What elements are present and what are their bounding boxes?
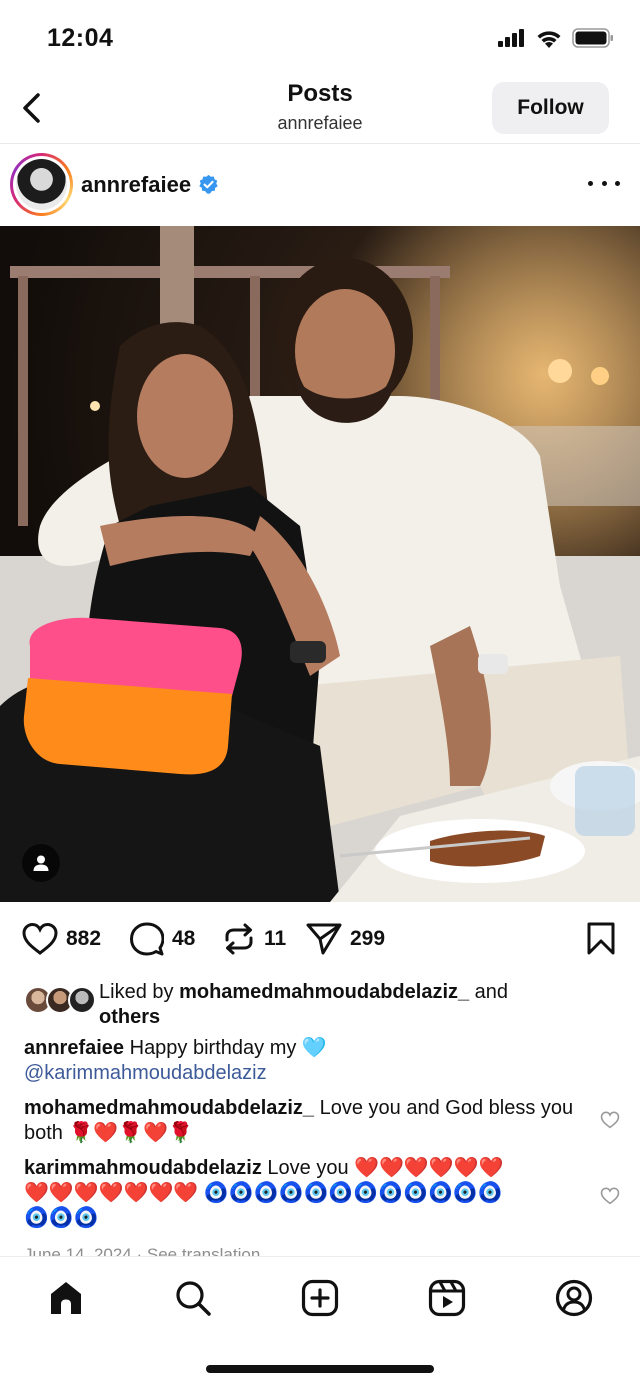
- status-bar: 12:04: [0, 0, 640, 70]
- status-icons: [498, 28, 614, 48]
- comment-item: karimmahmoudabdelaziz Love you ❤️❤️❤️❤️❤…: [24, 1156, 524, 1231]
- post-caption: annrefaiee Happy birthday my 🩵 @karimmah…: [24, 1036, 584, 1086]
- comment-username[interactable]: karimmahmoudabdelaziz: [24, 1157, 262, 1179]
- repost-count: 11: [264, 927, 287, 950]
- tab-profile[interactable]: [551, 1275, 597, 1321]
- search-icon: [176, 1281, 211, 1316]
- verified-badge-icon: [199, 174, 218, 194]
- wifi-icon: [537, 30, 561, 48]
- liker-avatar: [68, 986, 96, 1014]
- follow-button[interactable]: Follow: [492, 82, 609, 134]
- caption-mention[interactable]: @karimmahmoudabdelaziz: [24, 1061, 584, 1086]
- caption-username[interactable]: annrefaiee: [24, 1037, 124, 1059]
- heart-icon: [600, 1187, 620, 1205]
- tab-search[interactable]: [170, 1275, 216, 1321]
- more-icon: [588, 180, 593, 186]
- liker-avatars[interactable]: [24, 986, 96, 1016]
- top-nav: Posts annrefaiee Follow: [0, 70, 640, 144]
- likes-others[interactable]: others: [99, 1006, 160, 1028]
- more-options-button[interactable]: [588, 171, 620, 195]
- avatar[interactable]: [10, 153, 73, 216]
- like-button[interactable]: 882: [22, 922, 101, 956]
- comment-icon: [130, 922, 164, 956]
- comment-username[interactable]: mohamedmahmoudabdelaziz_: [24, 1097, 314, 1119]
- status-time: 12:04: [47, 24, 114, 52]
- signal-icon: [498, 29, 524, 47]
- comment-count: 48: [172, 927, 196, 950]
- post-username[interactable]: annrefaiee: [81, 172, 191, 198]
- bottom-tab-bar: [0, 1256, 640, 1385]
- user-tag-button[interactable]: [22, 844, 60, 882]
- comment-item: mohamedmahmoudabdelaziz_ Love you and Go…: [24, 1096, 584, 1146]
- likes-prefix: Liked by: [99, 981, 180, 1003]
- post-actions: 882 48 11 299: [0, 912, 640, 968]
- comment-like-button[interactable]: [600, 1187, 620, 1210]
- battery-icon: [572, 28, 613, 48]
- home-icon: [51, 1282, 81, 1314]
- reels-icon: [428, 1279, 466, 1317]
- create-icon: [301, 1279, 339, 1317]
- heart-icon: [600, 1111, 620, 1129]
- repost-icon: [225, 923, 253, 955]
- user-tag-icon: [33, 855, 49, 871]
- send-icon: [306, 923, 342, 955]
- profile-icon: [555, 1279, 593, 1317]
- tab-reels[interactable]: [424, 1275, 470, 1321]
- bookmark-icon: [587, 922, 615, 955]
- repost-button[interactable]: 11: [222, 922, 286, 956]
- comment-button[interactable]: 48: [130, 922, 195, 956]
- photo-scene: [0, 226, 640, 902]
- likes-text[interactable]: Liked by mohamedmahmoudabdelaziz_ and oth…: [99, 980, 599, 1030]
- home-indicator[interactable]: [206, 1365, 434, 1373]
- post-photo[interactable]: [0, 226, 640, 902]
- comment-like-button[interactable]: [600, 1111, 620, 1134]
- share-button[interactable]: 299: [306, 922, 385, 956]
- liker-username[interactable]: mohamedmahmoudabdelaziz_: [179, 981, 469, 1003]
- tab-create[interactable]: [297, 1275, 343, 1321]
- tab-home[interactable]: [43, 1275, 89, 1321]
- share-count: 299: [350, 927, 386, 950]
- avatar-image: [16, 159, 67, 210]
- like-count: 882: [66, 927, 102, 950]
- save-button[interactable]: [586, 922, 616, 961]
- caption-text: Happy birthday my 🩵: [124, 1037, 327, 1059]
- post-header: annrefaiee: [0, 145, 640, 225]
- likes-middle: and: [469, 981, 509, 1003]
- heart-icon: [22, 922, 58, 955]
